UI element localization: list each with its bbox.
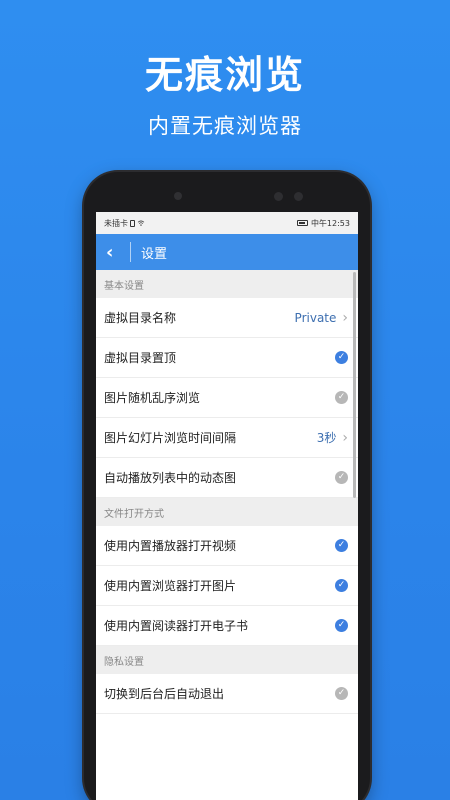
setting-label: 图片随机乱序浏览 [104,391,201,405]
section-header-basic: 基本设置 [96,270,358,298]
battery-icon [296,220,308,226]
setting-value: 3秒 [316,431,337,445]
checkbox-checked-icon[interactable]: ✓ [335,619,348,632]
setting-label: 使用内置播放器打开视频 [104,539,237,553]
setting-row-autoplay-gif[interactable]: 自动播放列表中的动态图 ✓ [96,458,358,498]
chevron-right-icon: › [342,309,348,326]
checkbox-unchecked-icon[interactable]: ✓ [335,391,348,404]
back-icon[interactable]: ‹ [106,242,122,263]
checkbox-checked-icon[interactable]: ✓ [335,579,348,592]
setting-row-auto-exit[interactable]: 切换到后台后自动退出 ✓ [96,674,358,714]
chevron-right-icon: › [342,429,348,446]
phone-screen: 未插卡 中午12:53 ‹ 设置 基本设置 虚拟目录名称 Private › 虚… [96,212,358,800]
checkbox-checked-icon[interactable]: ✓ [335,351,348,364]
front-camera [174,192,182,200]
sensor [274,192,283,201]
setting-label: 图片幻灯片浏览时间间隔 [104,431,237,445]
setting-label: 虚拟目录置顶 [104,351,177,365]
setting-row-virtual-dir-top[interactable]: 虚拟目录置顶 ✓ [96,338,358,378]
wifi-icon [137,220,145,226]
sensor [294,192,303,201]
section-header-privacy: 隐私设置 [96,646,358,674]
promo-subline: 内置无痕浏览器 [148,114,302,138]
setting-row-slideshow-interval[interactable]: 图片幻灯片浏览时间间隔 3秒 › [96,418,358,458]
setting-row-virtual-dir-name[interactable]: 虚拟目录名称 Private › [96,298,358,338]
clock: 中午12:53 [310,218,350,228]
setting-label: 使用内置阅读器打开电子书 [104,619,249,633]
checkbox-unchecked-icon[interactable]: ✓ [335,687,348,700]
setting-row-builtin-browser[interactable]: 使用内置浏览器打开图片 ✓ [96,566,358,606]
setting-row-builtin-player[interactable]: 使用内置播放器打开视频 ✓ [96,526,358,566]
setting-row-builtin-reader[interactable]: 使用内置阅读器打开电子书 ✓ [96,606,358,646]
checkbox-unchecked-icon[interactable]: ✓ [335,471,348,484]
setting-row-random-browse[interactable]: 图片随机乱序浏览 ✓ [96,378,358,418]
partial-row [96,714,358,734]
section-header-open-with: 文件打开方式 [96,498,358,526]
carrier-label: 未插卡 [104,218,128,228]
sim-icon [130,219,135,227]
checkbox-checked-icon[interactable]: ✓ [335,539,348,552]
scrollbar[interactable] [353,272,356,498]
promo-headline: 无痕浏览 [144,53,305,97]
page-title: 设置 [141,246,168,262]
status-bar: 未插卡 中午12:53 [96,212,358,234]
phone-frame: 未插卡 中午12:53 ‹ 设置 基本设置 虚拟目录名称 Private › 虚… [84,172,370,800]
setting-value: Private [294,310,337,325]
setting-label: 使用内置浏览器打开图片 [104,579,237,593]
setting-label: 虚拟目录名称 [104,311,177,325]
setting-label: 自动播放列表中的动态图 [104,471,237,485]
setting-label: 切换到后台后自动退出 [104,687,225,701]
app-bar: ‹ 设置 [96,234,358,270]
appbar-divider [130,242,131,262]
settings-list[interactable]: 基本设置 虚拟目录名称 Private › 虚拟目录置顶 ✓ 图片随机乱序浏览 … [96,270,358,734]
